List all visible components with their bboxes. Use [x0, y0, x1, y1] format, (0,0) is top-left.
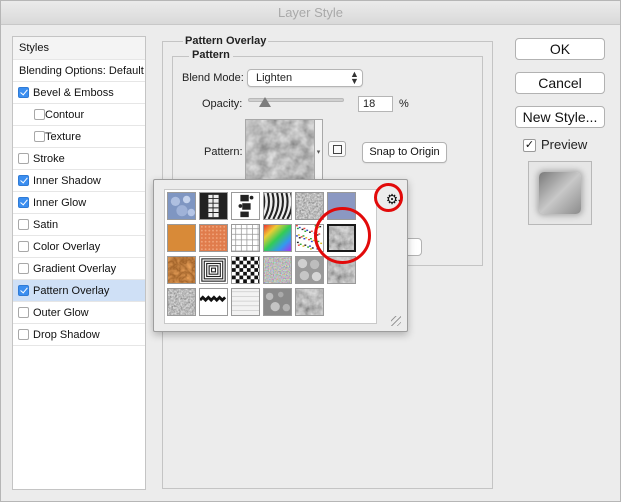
- style-item-label: Pattern Overlay: [33, 285, 110, 297]
- pattern-swatch-white-grid[interactable]: [231, 224, 260, 252]
- sub-title: Pattern: [189, 49, 233, 61]
- style-item-label: Inner Shadow: [33, 175, 101, 187]
- style-item-inner-glow[interactable]: Inner Glow: [13, 192, 145, 214]
- style-item-outer-glow[interactable]: Outer Glow: [13, 302, 145, 324]
- ok-button[interactable]: OK: [515, 38, 605, 60]
- pattern-swatch-blue-bubbles[interactable]: [167, 192, 196, 220]
- pattern-swatch-zebra-stripes[interactable]: [263, 192, 292, 220]
- style-item-label: Gradient Overlay: [33, 263, 117, 275]
- blend-mode-select[interactable]: Lighten ▲ ▼: [247, 69, 363, 87]
- styles-header[interactable]: Styles: [13, 37, 145, 60]
- style-checkbox[interactable]: [34, 131, 45, 142]
- pattern-swatch-gray-noise[interactable]: [295, 192, 324, 220]
- group-title: Pattern Overlay: [183, 35, 269, 47]
- opacity-input[interactable]: 18: [358, 96, 393, 112]
- pattern-swatch-checker-bw[interactable]: [231, 256, 260, 284]
- style-item-label: Stroke: [33, 153, 65, 165]
- preview-label: Preview: [541, 137, 588, 152]
- window-title: Layer Style: [1, 1, 620, 25]
- pattern-picker-popup: ⚙▾: [153, 179, 408, 332]
- pattern-swatch-color-noise[interactable]: [263, 256, 292, 284]
- style-item-label: Satin: [33, 219, 59, 231]
- style-item-label: Color Overlay: [33, 241, 101, 253]
- pattern-swatch-concentric-squares[interactable]: [199, 256, 228, 284]
- preview-checkbox[interactable]: ✓: [523, 139, 536, 152]
- pattern-label: Pattern:: [204, 146, 243, 158]
- style-item-inner-shadow[interactable]: Inner Shadow: [13, 170, 145, 192]
- style-item-label: Outer Glow: [33, 307, 89, 319]
- pattern-swatch-orange-dots[interactable]: [199, 224, 228, 252]
- new-pattern-icon[interactable]: [328, 141, 346, 157]
- style-item-satin[interactable]: Satin: [13, 214, 145, 236]
- style-item-gradient-overlay[interactable]: Gradient Overlay: [13, 258, 145, 280]
- style-checkbox[interactable]: [34, 109, 45, 120]
- blend-mode-value: Lighten: [256, 72, 293, 84]
- style-item-stroke[interactable]: Stroke: [13, 148, 145, 170]
- style-item-label: Inner Glow: [33, 197, 87, 209]
- pattern-swatch-gray-bubbles[interactable]: [295, 256, 324, 284]
- gear-highlight-ring: [374, 183, 403, 212]
- pattern-thumbnail[interactable]: [245, 119, 315, 185]
- pattern-swatch-black-zigzag[interactable]: [199, 288, 228, 316]
- pattern-dropdown-toggle[interactable]: ▾: [315, 119, 323, 185]
- style-checkbox[interactable]: [18, 219, 29, 230]
- style-checkbox[interactable]: [18, 329, 29, 340]
- style-item-drop-shadow[interactable]: Drop Shadow: [13, 324, 145, 346]
- opacity-label: Opacity:: [202, 98, 243, 110]
- style-item-color-overlay[interactable]: Color Overlay: [13, 236, 145, 258]
- pattern-swatch-gray-gravel[interactable]: [167, 288, 196, 316]
- resize-grip-icon[interactable]: [391, 316, 401, 326]
- style-preview: [528, 161, 592, 225]
- pattern-highlight-ring: [314, 207, 371, 264]
- style-item-bevel-emboss[interactable]: Bevel & Emboss: [13, 82, 145, 104]
- style-item-label: Bevel & Emboss: [33, 87, 114, 99]
- styles-list: Styles Blending Options: Default Bevel &…: [12, 36, 146, 490]
- pattern-swatch-white-brick[interactable]: [231, 288, 260, 316]
- style-item-label: Contour: [45, 109, 85, 121]
- preview-swatch: [539, 172, 581, 214]
- style-item-texture[interactable]: Texture: [13, 126, 145, 148]
- style-checkbox[interactable]: [18, 285, 29, 296]
- pattern-swatch-orange-solid[interactable]: [167, 224, 196, 252]
- new-style-button[interactable]: New Style...: [515, 106, 605, 128]
- style-checkbox[interactable]: [18, 87, 29, 98]
- pattern-swatch-gray-spots[interactable]: [263, 288, 292, 316]
- opacity-slider-thumb[interactable]: [259, 97, 272, 107]
- style-checkbox[interactable]: [18, 307, 29, 318]
- pattern-swatch-rainbow[interactable]: [263, 224, 292, 252]
- style-checkbox[interactable]: [18, 197, 29, 208]
- opacity-unit: %: [399, 98, 409, 110]
- style-item-pattern-overlay[interactable]: Pattern Overlay: [13, 280, 145, 302]
- style-item-label: Texture: [45, 131, 82, 143]
- blend-mode-label: Blend Mode:: [182, 72, 244, 84]
- cancel-button[interactable]: Cancel: [515, 72, 605, 94]
- pattern-swatch-gray-stones[interactable]: [295, 288, 324, 316]
- layer-style-dialog: Layer Style Styles Blending Options: Def…: [0, 0, 621, 502]
- style-checkbox[interactable]: [18, 153, 29, 164]
- pattern-swatch-cobweb-bw[interactable]: [199, 192, 228, 220]
- style-item-label: Drop Shadow: [33, 329, 100, 341]
- style-checkbox[interactable]: [18, 175, 29, 186]
- updown-arrows-icon: ▲ ▼: [350, 69, 359, 86]
- pattern-swatch-rust-texture[interactable]: [167, 256, 196, 284]
- snap-to-origin-button[interactable]: Snap to Origin: [362, 142, 447, 163]
- style-checkbox[interactable]: [18, 241, 29, 252]
- style-item-contour[interactable]: Contour: [13, 104, 145, 126]
- pattern-swatch-puzzle-bw[interactable]: [231, 192, 260, 220]
- style-checkbox[interactable]: [18, 263, 29, 274]
- blending-options-item[interactable]: Blending Options: Default: [13, 60, 145, 82]
